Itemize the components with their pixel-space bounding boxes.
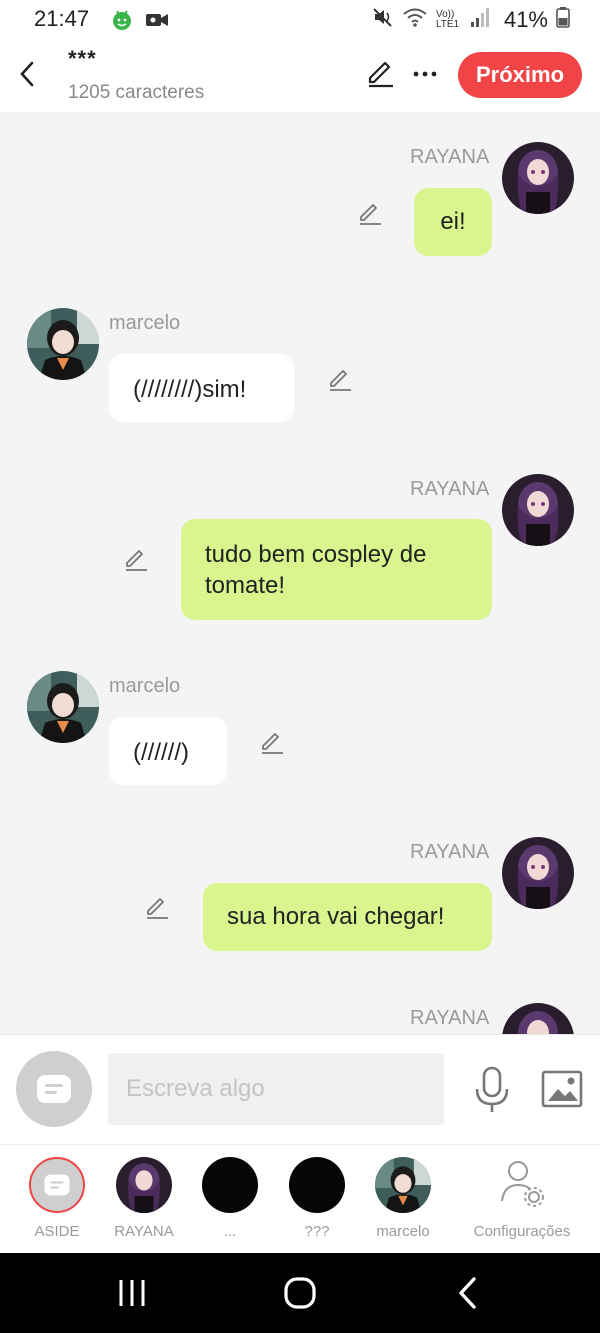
sender-name: RAYANA	[410, 146, 490, 168]
avatar-marcelo[interactable]	[27, 671, 99, 743]
system-back-button[interactable]	[448, 1273, 488, 1313]
system-nav-bar	[0, 1253, 600, 1333]
image-button[interactable]	[540, 1069, 584, 1109]
pencil-icon	[147, 898, 168, 919]
tab-label: ???	[304, 1223, 330, 1240]
pencil-icon	[330, 370, 351, 391]
battery-label: 41%	[503, 7, 548, 32]
edit-message-button[interactable]	[326, 366, 354, 394]
black-circle-avatar	[289, 1157, 345, 1213]
aside-icon	[29, 1157, 85, 1213]
edit-title-button[interactable]	[364, 58, 396, 90]
network-label: Vo)) LTE1	[435, 9, 460, 30]
edit-message-button[interactable]	[143, 894, 171, 922]
video-icon	[144, 8, 170, 37]
edit-message-button[interactable]	[258, 729, 286, 757]
recent-apps-button[interactable]	[112, 1273, 152, 1313]
black-circle-avatar	[202, 1157, 258, 1213]
tab-aside[interactable]: ASIDE	[17, 1157, 97, 1247]
status-bar: 21:47 Vo)) LTE1 41%	[0, 0, 600, 40]
sender-name: RAYANA	[410, 841, 490, 863]
wifi-icon	[402, 6, 428, 34]
home-button[interactable]	[280, 1273, 320, 1313]
status-time: 21:47	[34, 6, 90, 31]
pencil-icon	[262, 733, 283, 754]
chat-thread[interactable]: RAYANA ei! marcelo (////////)sim! RAYANA…	[0, 112, 600, 1034]
sender-name: marcelo	[109, 675, 181, 697]
tab-label: Configurações	[473, 1223, 571, 1240]
android-icon	[110, 8, 134, 37]
microphone-icon	[475, 1066, 509, 1112]
compose-bar	[0, 1034, 600, 1144]
tab-label: ...	[223, 1223, 237, 1240]
tab-label: marcelo	[376, 1223, 430, 1240]
tab-question[interactable]: ???	[277, 1157, 357, 1247]
tab-settings[interactable]: Configurações	[470, 1157, 574, 1247]
next-button[interactable]: Próximo	[458, 52, 582, 98]
message-bubble[interactable]: (//////)	[109, 717, 227, 785]
recent-apps-icon	[119, 1280, 145, 1306]
tab-rayana[interactable]: RAYANA	[104, 1157, 184, 1247]
more-options-button[interactable]	[410, 58, 440, 90]
pencil-icon	[368, 61, 393, 88]
message-input[interactable]	[108, 1053, 444, 1125]
more-dots-icon	[413, 71, 437, 77]
home-icon	[284, 1277, 316, 1309]
sender-name: RAYANA	[410, 478, 490, 500]
aside-button[interactable]	[16, 1051, 92, 1127]
avatar-marcelo	[375, 1157, 431, 1213]
char-count: 1205 caracteres	[68, 82, 205, 103]
avatar-rayana[interactable]	[502, 837, 574, 909]
sender-name: marcelo	[109, 312, 181, 334]
story-title: ***	[68, 46, 97, 71]
tab-label: ASIDE	[34, 1223, 80, 1240]
pencil-icon	[360, 204, 381, 225]
message-bubble[interactable]: ei!	[414, 188, 492, 256]
tab-marcelo[interactable]: marcelo	[363, 1157, 443, 1247]
bottom-tab-bar: ASIDE RAYANA ... ??? marcelo Configuraçõ…	[0, 1144, 600, 1253]
message-bubble[interactable]: sua hora vai chegar!	[203, 883, 492, 951]
sender-name: RAYANA	[410, 1007, 490, 1029]
aside-icon	[37, 1075, 71, 1103]
avatar-rayana[interactable]	[502, 474, 574, 546]
avatar-rayana[interactable]	[502, 1003, 574, 1034]
tab-dots[interactable]: ...	[190, 1157, 270, 1247]
message-bubble[interactable]: tudo bem cospley de tomate!	[181, 519, 492, 620]
pencil-icon	[126, 550, 147, 571]
mute-icon	[372, 6, 394, 34]
settings-user-icon	[498, 1157, 546, 1213]
avatar-rayana[interactable]	[502, 142, 574, 214]
signal-icon	[470, 6, 490, 34]
battery-icon	[556, 6, 570, 34]
avatar-rayana	[116, 1157, 172, 1213]
chevron-left-icon	[20, 61, 34, 87]
edit-message-button[interactable]	[122, 546, 150, 574]
back-button[interactable]	[12, 54, 42, 94]
tab-label: RAYANA	[114, 1223, 174, 1240]
image-icon	[541, 1070, 583, 1108]
message-bubble[interactable]: (////////)sim!	[109, 354, 294, 422]
editor-header: *** 1205 caracteres Próximo	[0, 40, 600, 112]
edit-message-button[interactable]	[356, 200, 384, 228]
mic-button[interactable]	[472, 1065, 512, 1115]
avatar-marcelo[interactable]	[27, 308, 99, 380]
back-arrow-icon	[459, 1277, 476, 1309]
